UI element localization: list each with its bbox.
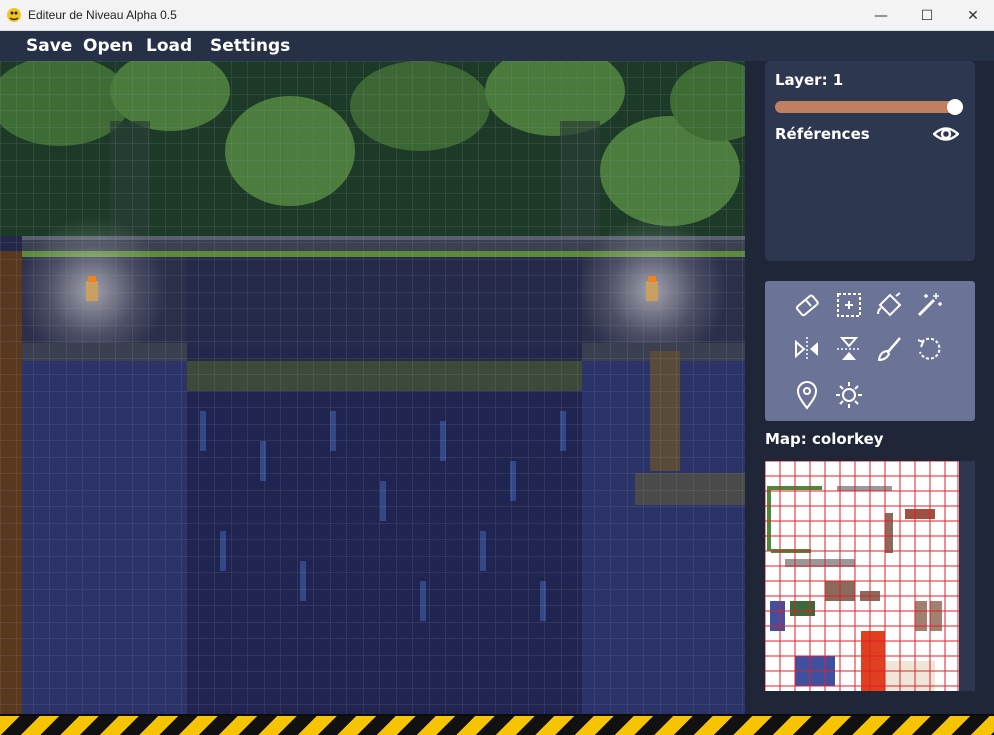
sidebar: Layer: 1 Références Map: colorkey	[745, 61, 994, 714]
layer-label: Layer: 1	[775, 71, 844, 89]
rotate-icon	[917, 337, 941, 360]
minimize-button[interactable]: —	[858, 0, 904, 31]
brush-icon	[877, 337, 901, 362]
location-tool[interactable]	[789, 377, 825, 413]
flip-vertical-tool[interactable]	[831, 331, 867, 367]
menu-load[interactable]: Load	[146, 36, 192, 56]
eye-icon[interactable]	[933, 123, 959, 145]
level-scene	[0, 61, 745, 714]
magic-wand-tool[interactable]	[911, 287, 947, 323]
maximize-button[interactable]: ☐	[904, 0, 950, 31]
flip-horizontal-icon	[795, 337, 818, 361]
menu-save[interactable]: Save	[26, 36, 72, 56]
brush-tool[interactable]	[871, 331, 907, 367]
eraser-tool[interactable]	[789, 287, 825, 323]
hazard-stripe	[0, 714, 994, 735]
selection-tool[interactable]	[831, 287, 867, 323]
sun-icon	[836, 382, 862, 408]
title-bar: Editeur de Niveau Alpha 0.5 — ☐ ✕	[0, 0, 994, 31]
menu-open[interactable]: Open	[83, 36, 133, 56]
level-canvas[interactable]	[0, 61, 745, 714]
close-button[interactable]: ✕	[950, 0, 994, 31]
minimap-preview	[765, 461, 959, 691]
minimap-scrollbar[interactable]	[959, 461, 975, 691]
flip-horizontal-tool[interactable]	[789, 331, 825, 367]
menu-settings[interactable]: Settings	[210, 36, 290, 56]
fill-bucket-icon	[877, 292, 902, 317]
rotate-tool[interactable]	[911, 331, 947, 367]
menu-bar: Save Open Load Settings	[0, 31, 994, 61]
layer-slider[interactable]	[775, 101, 963, 113]
references-label: Références	[775, 125, 870, 143]
pygame-snake-icon	[7, 8, 21, 22]
flip-vertical-icon	[837, 337, 861, 360]
layer-panel: Layer: 1 Références	[765, 61, 975, 261]
window-title: Editeur de Niveau Alpha 0.5	[28, 8, 177, 22]
selection-box-icon	[837, 293, 861, 317]
tools-panel	[765, 281, 975, 421]
eraser-icon	[795, 294, 819, 317]
map-label: Map: colorkey	[765, 430, 884, 448]
minimap[interactable]	[765, 461, 975, 691]
magic-wand-icon	[917, 293, 942, 317]
light-tool[interactable]	[831, 377, 867, 413]
layer-slider-thumb[interactable]	[947, 99, 963, 115]
location-pin-icon	[796, 381, 818, 410]
fill-tool[interactable]	[871, 287, 907, 323]
